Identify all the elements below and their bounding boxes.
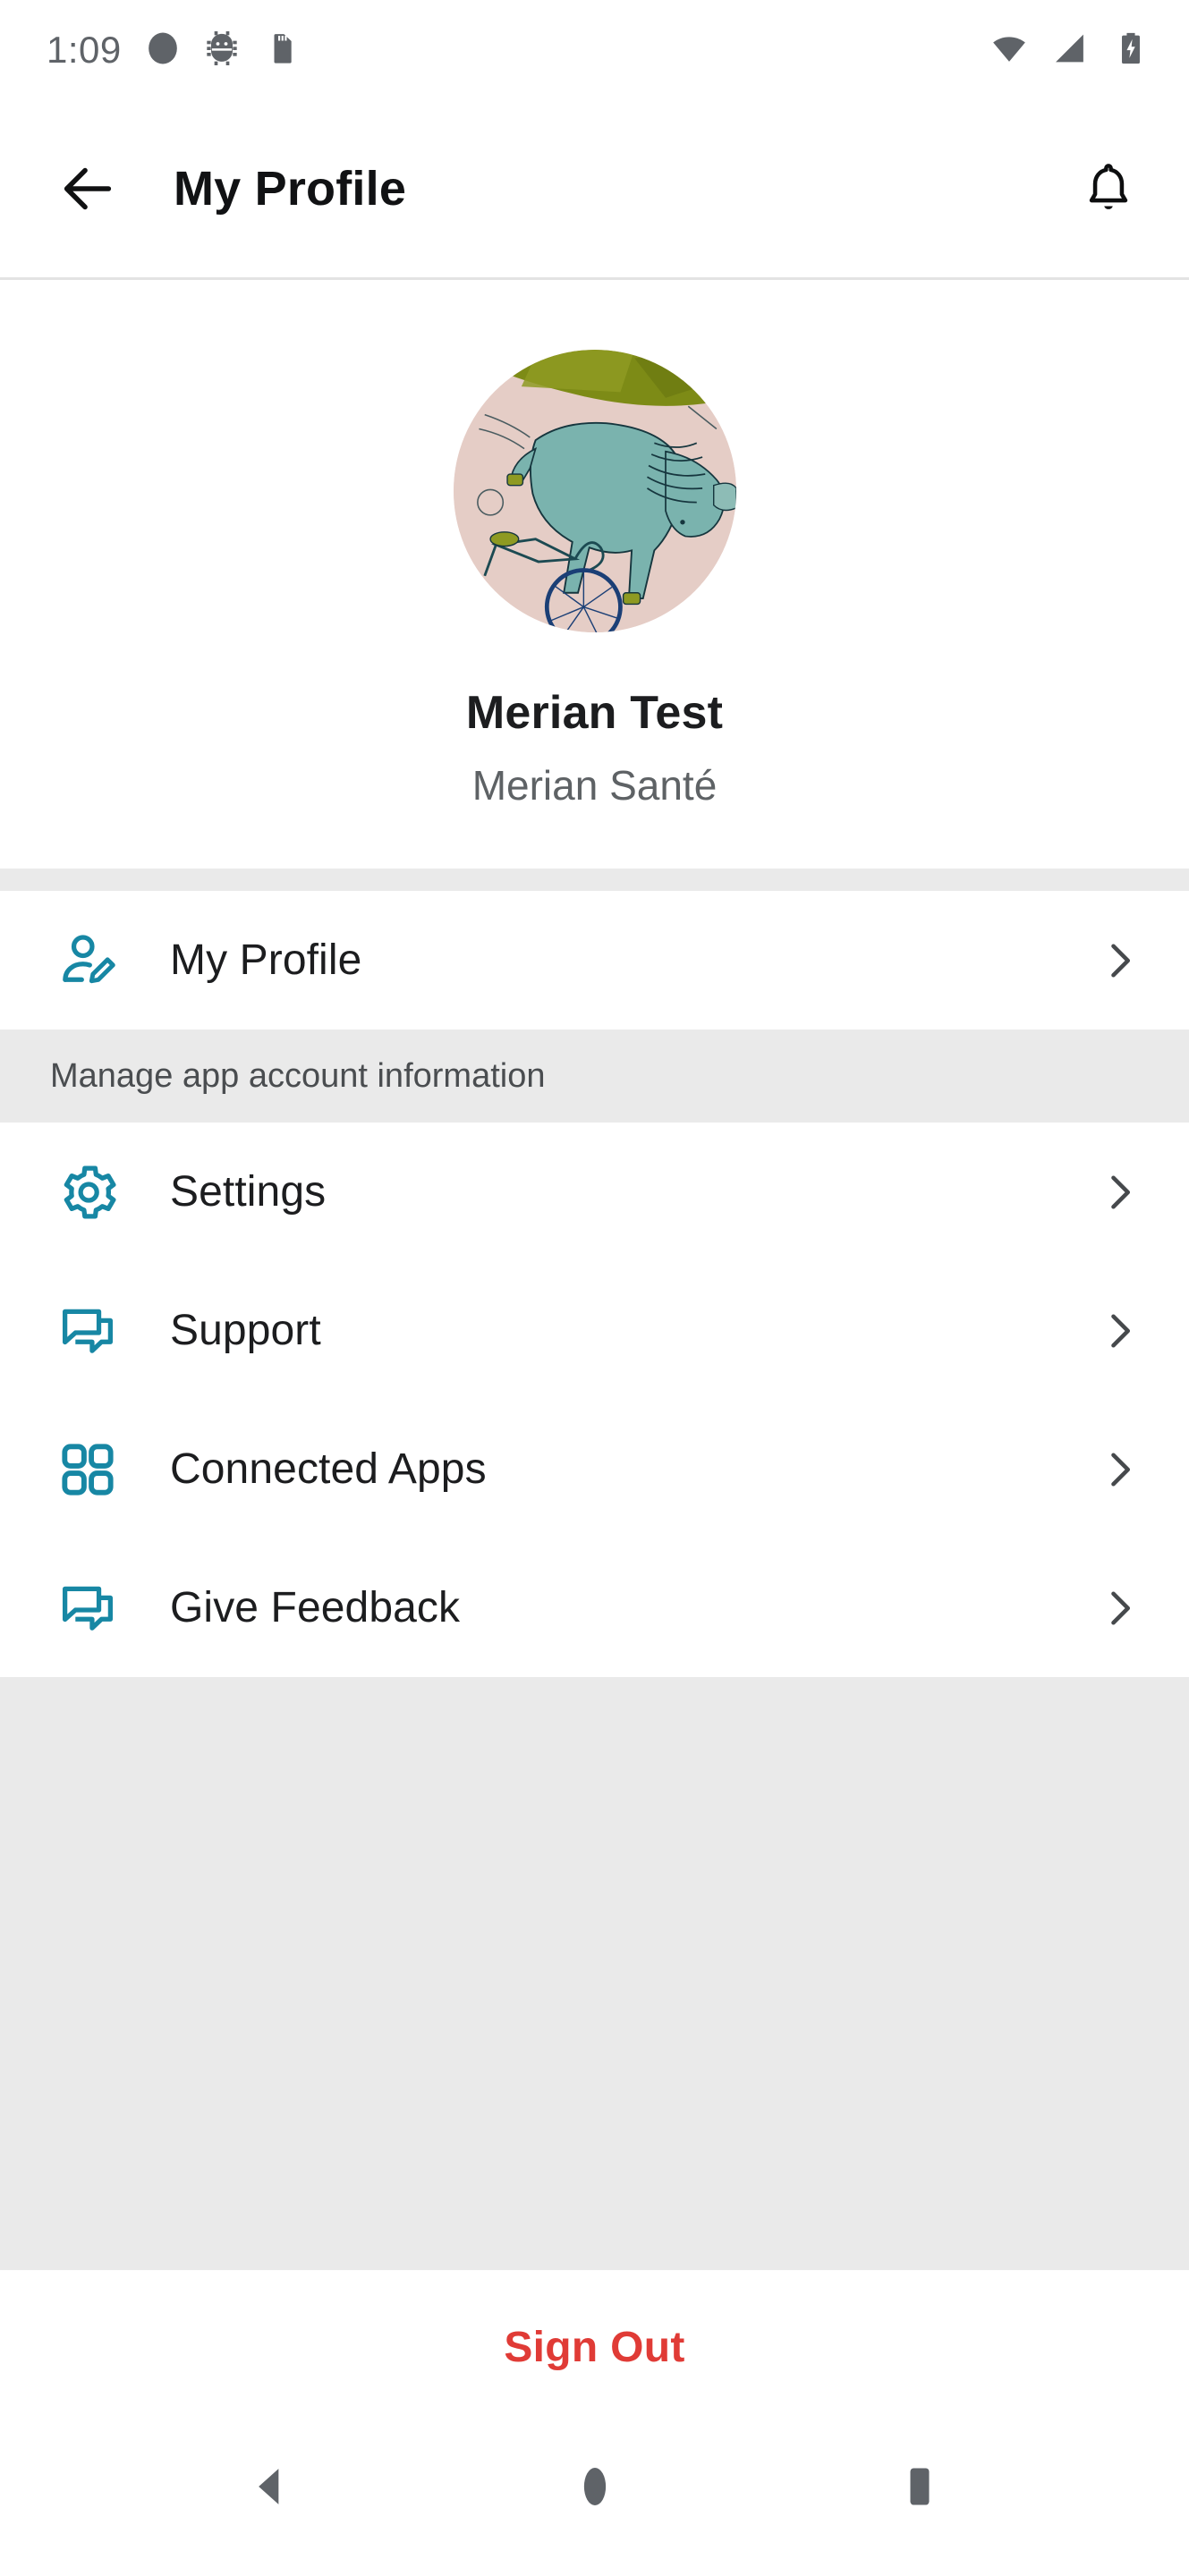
nav-home-button[interactable] xyxy=(546,2437,644,2536)
sd-card-icon xyxy=(263,30,299,71)
nav-back-triangle-icon xyxy=(258,2469,278,2504)
empty-content-area xyxy=(0,1677,1189,2270)
list-item-label: My Profile xyxy=(170,936,362,984)
list-item-label: Settings xyxy=(170,1168,327,1216)
profile-card: Merian Test Merian Santé xyxy=(0,280,1189,869)
section-header-manage-account: Manage app account information xyxy=(0,1030,1189,1123)
chevron-right-icon xyxy=(1092,1581,1146,1635)
nav-home-circle-icon xyxy=(583,2468,606,2505)
profile-organization: Merian Santé xyxy=(471,762,718,809)
notifications-button[interactable] xyxy=(1071,151,1146,226)
grid-apps-icon xyxy=(50,1432,125,1507)
chat-bubbles-icon xyxy=(50,1571,125,1646)
android-navigation-bar xyxy=(0,2424,1189,2549)
avatar-illustration xyxy=(453,350,736,632)
status-bar-left: 1:09 xyxy=(47,29,299,72)
list-item-settings[interactable]: Settings xyxy=(0,1123,1189,1261)
sign-out-area: Sign Out xyxy=(0,2270,1189,2424)
status-bar-right xyxy=(990,30,1150,72)
android-bug-icon xyxy=(204,30,240,71)
nav-recents-square-icon xyxy=(910,2468,929,2505)
section-divider-band xyxy=(0,869,1189,891)
back-arrow-icon xyxy=(64,167,112,210)
chevron-right-icon xyxy=(1092,934,1146,987)
gear-icon xyxy=(50,1155,125,1230)
cellular-signal-icon xyxy=(1051,30,1089,72)
nav-back-button[interactable] xyxy=(221,2437,319,2536)
list-item-label: Connected Apps xyxy=(170,1445,487,1493)
list-item-label: Give Feedback xyxy=(170,1584,461,1631)
page-title: My Profile xyxy=(174,162,407,216)
profile-name: Merian Test xyxy=(465,687,724,739)
wifi-icon xyxy=(990,30,1028,72)
app-bar: My Profile xyxy=(0,100,1189,277)
chevron-right-icon xyxy=(1092,1304,1146,1358)
chat-bubbles-icon xyxy=(50,1293,125,1368)
nav-recents-button[interactable] xyxy=(871,2437,969,2536)
list-item-give-feedback[interactable]: Give Feedback xyxy=(0,1538,1189,1677)
person-edit-icon xyxy=(50,923,125,998)
status-clock: 1:09 xyxy=(47,29,122,71)
list-item-my-profile[interactable]: My Profile xyxy=(0,891,1189,1030)
list-item-label: Support xyxy=(170,1307,321,1354)
back-button[interactable] xyxy=(50,151,125,226)
list-item-support[interactable]: Support xyxy=(0,1261,1189,1400)
status-bar: 1:09 xyxy=(0,0,1189,100)
chevron-right-icon xyxy=(1092,1443,1146,1496)
avatar[interactable] xyxy=(453,350,736,632)
circle-dot-icon xyxy=(145,30,181,71)
list-item-connected-apps[interactable]: Connected Apps xyxy=(0,1400,1189,1538)
bell-icon xyxy=(1089,164,1128,209)
battery-charging-icon xyxy=(1112,30,1150,72)
section-header-label: Manage app account information xyxy=(50,1056,546,1095)
sign-out-button[interactable]: Sign Out xyxy=(504,2323,684,2372)
chevron-right-icon xyxy=(1092,1165,1146,1219)
